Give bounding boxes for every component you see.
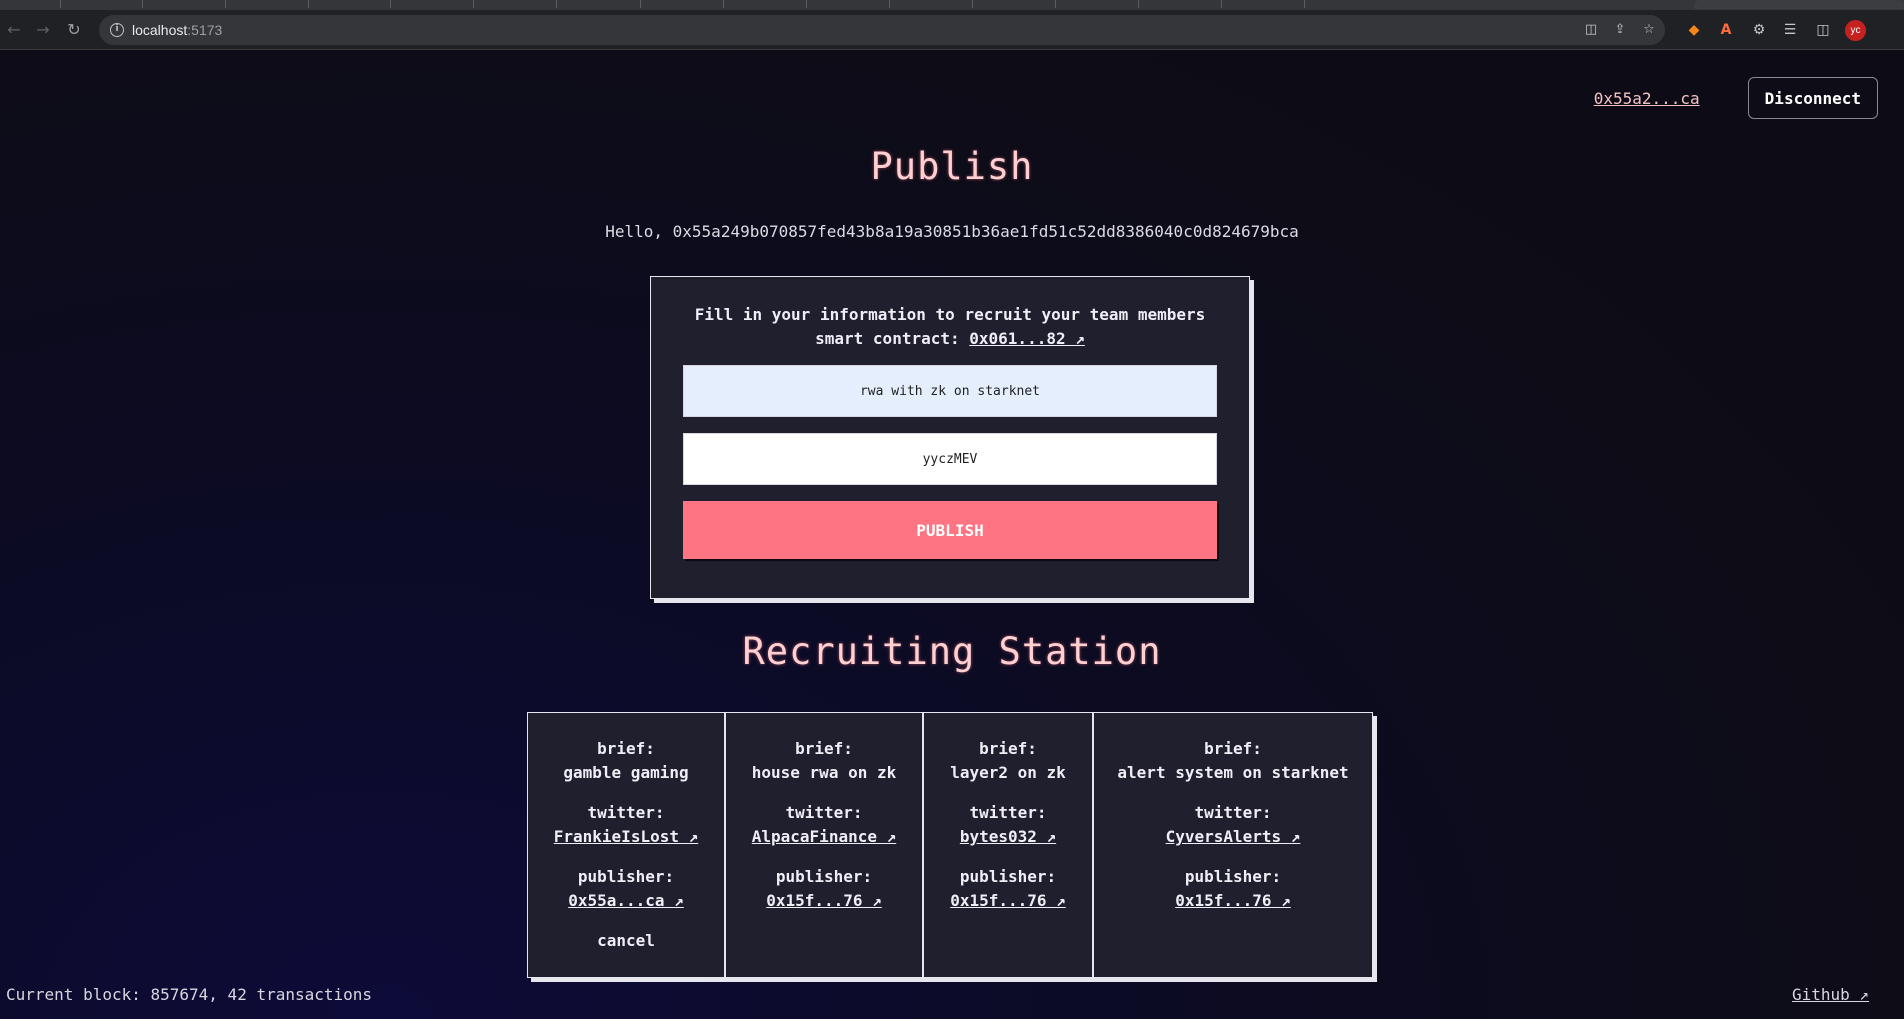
twitter-group: twitter: FrankieIsLost ↗ xyxy=(528,801,724,849)
tab-divider xyxy=(889,0,890,8)
share-icon[interactable]: ⇪ xyxy=(1612,22,1628,38)
twitter-input[interactable] xyxy=(683,433,1217,485)
tab-divider xyxy=(640,0,641,8)
publisher-group: publisher: 0x15f...76 ↗ xyxy=(1094,865,1372,913)
brief-label: brief: xyxy=(1204,739,1262,758)
brief-group: brief: gamble gaming xyxy=(528,737,724,785)
tab-divider xyxy=(1221,0,1222,8)
publisher-label: publisher: xyxy=(577,867,675,886)
url-text[interactable]: localhost:5173 xyxy=(132,22,222,38)
recruit-card: brief: alert system on starknet twitter:… xyxy=(1094,713,1372,977)
forward-arrow-icon[interactable]: → xyxy=(33,20,53,40)
profile-avatar[interactable]: yc xyxy=(1845,20,1866,41)
twitter-label: twitter: xyxy=(587,803,665,822)
twitter-group: twitter: bytes032 ↗ xyxy=(924,801,1092,849)
tab-divider xyxy=(972,0,973,8)
github-link[interactable]: Github ↗ xyxy=(1792,985,1869,1004)
tab-divider xyxy=(556,0,557,8)
puzzle-icon[interactable]: ⚙ xyxy=(1749,20,1769,40)
cancel-button[interactable]: cancel xyxy=(528,929,724,953)
publish-title: Publish xyxy=(870,145,1034,188)
brief-value: alert system on starknet xyxy=(1117,763,1349,782)
publisher-label: publisher: xyxy=(1184,867,1282,886)
twitter-link[interactable]: AlpacaFinance ↗ xyxy=(752,827,897,846)
brief-label: brief: xyxy=(795,739,853,758)
twitter-label: twitter: xyxy=(969,803,1047,822)
twitter-group: twitter: AlpacaFinance ↗ xyxy=(726,801,922,849)
brief-value: house rwa on zk xyxy=(751,763,897,782)
recruit-card: brief: house rwa on zk twitter: AlpacaFi… xyxy=(726,713,924,977)
address-bar[interactable]: i localhost:5173 ◫ ⇪ ☆ xyxy=(99,15,1665,45)
translate-icon[interactable]: ◫ xyxy=(1583,22,1599,38)
greeting-text: Hello, 0x55a249b070857fed43b8a19a30851b3… xyxy=(605,222,1299,241)
block-info: Current block: 857674, 42 transactions xyxy=(6,985,373,1004)
star-icon[interactable]: ☆ xyxy=(1641,22,1657,38)
recruiting-station-title: Recruiting Station xyxy=(742,630,1162,673)
twitter-label: twitter: xyxy=(785,803,863,822)
sidepanel-icon[interactable]: ◫ xyxy=(1813,20,1833,40)
publisher-link[interactable]: 0x55a...ca ↗ xyxy=(568,891,684,910)
tab-divider xyxy=(1055,0,1056,8)
tab-strip xyxy=(0,0,1904,10)
publish-button[interactable]: PUBLISH xyxy=(683,501,1217,559)
contract-link[interactable]: 0x061...82 ↗ xyxy=(969,329,1085,348)
tab-divider xyxy=(723,0,724,8)
publisher-label: publisher: xyxy=(959,867,1057,886)
brief-label: brief: xyxy=(979,739,1037,758)
form-instruction: Fill in your information to recruit your… xyxy=(694,305,1206,324)
tab-divider xyxy=(806,0,807,8)
contract-label: smart contract: xyxy=(815,329,960,348)
tab-divider xyxy=(142,0,143,8)
publisher-group: publisher: 0x55a...ca ↗ xyxy=(528,865,724,913)
media-icon[interactable]: ☰ xyxy=(1780,20,1800,40)
extension-a-icon[interactable]: A xyxy=(1716,20,1736,40)
publisher-group: publisher: 0x15f...76 ↗ xyxy=(924,865,1092,913)
twitter-label: twitter: xyxy=(1194,803,1272,822)
publish-form: Fill in your information to recruit your… xyxy=(650,276,1250,599)
wallet-controls: 0x55a2...ca Disconnect xyxy=(1594,77,1878,119)
tab-divider xyxy=(390,0,391,8)
tab-divider xyxy=(1304,0,1305,8)
brief-group: brief: house rwa on zk xyxy=(726,737,922,785)
publisher-group: publisher: 0x15f...76 ↗ xyxy=(726,865,922,913)
publisher-link[interactable]: 0x15f...76 ↗ xyxy=(1175,891,1291,910)
tab-divider xyxy=(473,0,474,8)
reload-icon[interactable]: ↻ xyxy=(64,20,84,40)
twitter-link[interactable]: CyversAlerts ↗ xyxy=(1166,827,1301,846)
brief-label: brief: xyxy=(597,739,655,758)
twitter-link[interactable]: FrankieIsLost ↗ xyxy=(554,827,699,846)
publisher-link[interactable]: 0x15f...76 ↗ xyxy=(950,891,1066,910)
info-icon[interactable]: i xyxy=(110,23,124,37)
back-arrow-icon[interactable]: ← xyxy=(4,20,24,40)
brief-input[interactable] xyxy=(683,365,1217,417)
active-tab[interactable] xyxy=(1694,0,1904,9)
publisher-link[interactable]: 0x15f...76 ↗ xyxy=(766,891,882,910)
publisher-label: publisher: xyxy=(775,867,873,886)
tab-divider xyxy=(225,0,226,8)
browser-toolbar: ← → ↻ i localhost:5173 ◫ ⇪ ☆ ◆ A ⚙ ☰ ◫ y… xyxy=(0,10,1904,50)
account-address-link[interactable]: 0x55a2...ca xyxy=(1594,89,1700,108)
twitter-link[interactable]: bytes032 ↗ xyxy=(960,827,1056,846)
brief-group: brief: alert system on starknet xyxy=(1094,737,1372,785)
tab-divider xyxy=(308,0,309,8)
twitter-group: twitter: CyversAlerts ↗ xyxy=(1094,801,1372,849)
tab-divider xyxy=(1138,0,1139,8)
form-title: Fill in your information to recruit your… xyxy=(651,303,1249,351)
brief-group: brief: layer2 on zk xyxy=(924,737,1092,785)
metamask-icon[interactable]: ◆ xyxy=(1684,20,1704,40)
recruit-card: brief: layer2 on zk twitter: bytes032 ↗ … xyxy=(924,713,1094,977)
tab-divider xyxy=(60,0,61,8)
disconnect-button[interactable]: Disconnect xyxy=(1747,77,1878,119)
recruiting-station-list: brief: gamble gaming twitter: FrankieIsL… xyxy=(527,712,1373,978)
brief-value: gamble gaming xyxy=(563,763,689,782)
contract-line: smart contract: 0x061...82 ↗ xyxy=(651,327,1249,351)
brief-value: layer2 on zk xyxy=(950,763,1066,782)
recruit-card: brief: gamble gaming twitter: FrankieIsL… xyxy=(528,713,726,977)
